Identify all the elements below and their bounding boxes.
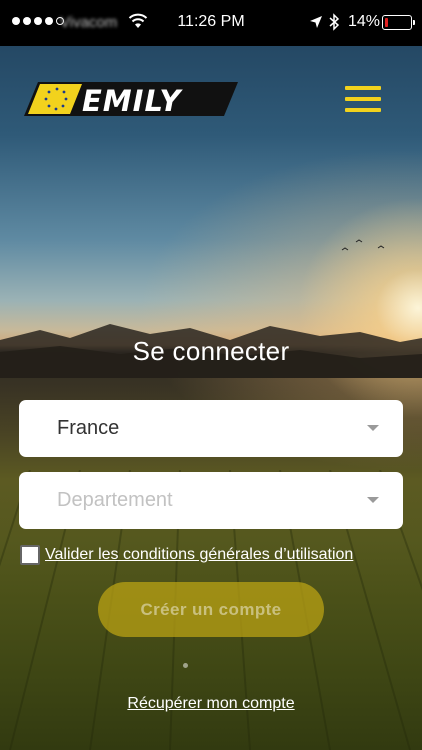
chevron-down-icon [367, 497, 379, 503]
battery-icon [382, 15, 415, 30]
bluetooth-icon [329, 13, 340, 31]
location-arrow-icon [310, 16, 322, 28]
create-account-button[interactable]: Créer un compte [98, 582, 324, 637]
recover-account-link[interactable]: Récupérer mon compte [0, 695, 422, 713]
terms-link[interactable]: Valider les conditions générales d’utili… [45, 546, 353, 564]
department-select[interactable]: Departement [19, 472, 403, 529]
battery-level-fill [384, 17, 388, 27]
chevron-down-icon [367, 425, 379, 431]
decorative-dot [183, 663, 188, 668]
terms-checkbox[interactable] [20, 545, 40, 565]
menu-bar [345, 86, 381, 90]
country-select-value: France [57, 417, 120, 439]
battery-percentage: 14% [348, 13, 381, 30]
menu-bar [345, 97, 381, 101]
birds [341, 239, 385, 251]
menu-bar [345, 108, 381, 112]
status-bar: Vivacom 11:26 PM 14% [0, 0, 422, 46]
emily-logo: EMILY [24, 82, 238, 118]
terms-row: Valider les conditions générales d’utili… [20, 545, 353, 565]
page-title: Se connecter [132, 336, 290, 366]
country-select[interactable]: France [19, 400, 403, 457]
department-select-placeholder: Departement [57, 489, 173, 511]
hamburger-menu-icon[interactable] [345, 84, 381, 114]
logo-text: EMILY [82, 84, 183, 118]
